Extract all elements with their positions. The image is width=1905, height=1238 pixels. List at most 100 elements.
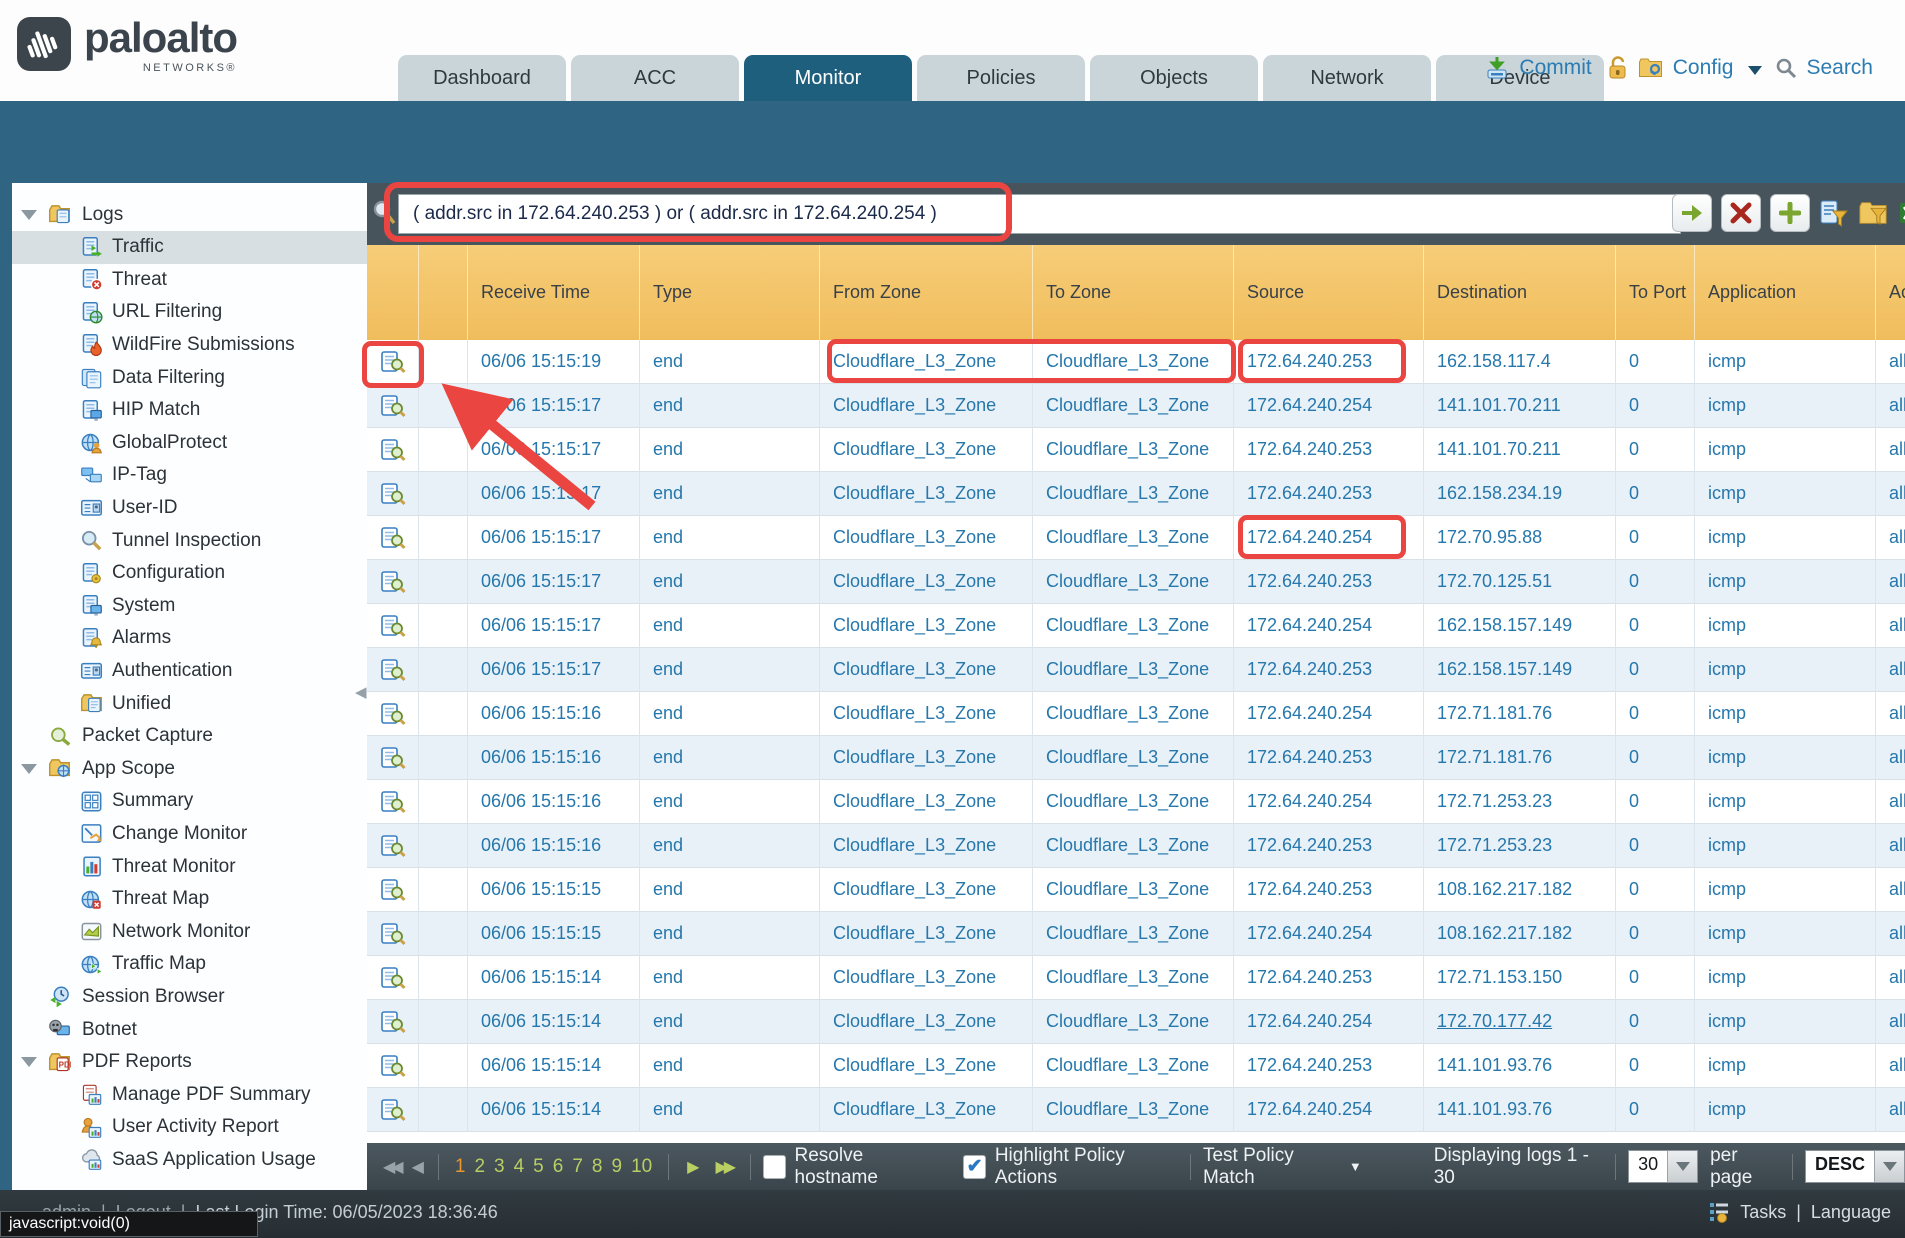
tab-monitor[interactable]: Monitor (744, 55, 912, 101)
tasks-button[interactable]: Tasks (1740, 1202, 1786, 1223)
cell-to-zone[interactable]: Cloudflare_L3_Zone (1033, 340, 1234, 384)
cell-from-zone[interactable]: Cloudflare_L3_Zone (820, 868, 1033, 912)
tab-dashboard[interactable]: Dashboard (398, 55, 566, 101)
cell-destination[interactable]: 172.70.125.51 (1424, 560, 1616, 604)
cell-to-port[interactable]: 0 (1616, 1088, 1695, 1132)
cell-to-port[interactable]: 0 (1616, 516, 1695, 560)
language-button[interactable]: Language (1811, 1202, 1891, 1223)
cell-to-zone[interactable]: Cloudflare_L3_Zone (1033, 1088, 1234, 1132)
sidebar-item-traffic[interactable]: Traffic (12, 231, 367, 264)
cell-from-zone[interactable]: Cloudflare_L3_Zone (820, 824, 1033, 868)
config-menu[interactable]: Config (1673, 56, 1734, 80)
cell-destination[interactable]: 172.71.253.23 (1424, 780, 1616, 824)
cell-type[interactable]: end (640, 736, 820, 780)
cell-receive-time[interactable]: 06/06 15:15:16 (468, 692, 640, 736)
cell-application[interactable]: icmp (1695, 868, 1876, 912)
column-header-destination[interactable]: Destination (1424, 245, 1616, 340)
sidebar-item-user-activity-report[interactable]: User Activity Report (12, 1111, 367, 1144)
tab-objects[interactable]: Objects (1090, 55, 1258, 101)
cell-type[interactable]: end (640, 516, 820, 560)
sidebar-item-ip-tag[interactable]: IP-Tag (12, 459, 367, 492)
cell-type[interactable]: end (640, 780, 820, 824)
column-header-source[interactable]: Source (1234, 245, 1424, 340)
commit-button[interactable]: Commit (1519, 56, 1591, 80)
cell-to-port[interactable]: 0 (1616, 692, 1695, 736)
cell-to-zone[interactable]: Cloudflare_L3_Zone (1033, 648, 1234, 692)
sidebar-collapse-handle[interactable]: ◀ (355, 683, 367, 701)
sidebar-item-manage-pdf-summary[interactable]: Manage PDF Summary (12, 1078, 367, 1111)
cell-destination[interactable]: 162.158.157.149 (1424, 604, 1616, 648)
cell-type[interactable]: end (640, 648, 820, 692)
add-filter-button[interactable] (1770, 194, 1810, 232)
export-csv-button[interactable] (1897, 197, 1905, 229)
cell-from-zone[interactable]: Cloudflare_L3_Zone (820, 1088, 1033, 1132)
cell-receive-time[interactable]: 06/06 15:15:14 (468, 956, 640, 1000)
cell-action[interactable]: allow (1876, 604, 1905, 648)
cell-action[interactable]: allow (1876, 1044, 1905, 1088)
sidebar-item-wildfire-submissions[interactable]: WildFire Submissions (12, 328, 367, 361)
cell-to-zone[interactable]: Cloudflare_L3_Zone (1033, 1000, 1234, 1044)
cell-destination[interactable]: 172.70.177.42 (1424, 1000, 1616, 1044)
cell-receive-time[interactable]: 06/06 15:15:17 (468, 560, 640, 604)
sidebar-item-tunnel-inspection[interactable]: Tunnel Inspection (12, 524, 367, 557)
cell-action[interactable]: allow (1876, 648, 1905, 692)
cell-application[interactable]: icmp (1695, 912, 1876, 956)
search-button[interactable]: Search (1806, 56, 1873, 80)
sidebar-item-packet-capture[interactable]: Packet Capture (12, 720, 367, 753)
cell-source[interactable]: 172.64.240.253 (1234, 736, 1424, 780)
sidebar-item-system[interactable]: System (12, 589, 367, 622)
cell-type[interactable]: end (640, 868, 820, 912)
cell-application[interactable]: icmp (1695, 560, 1876, 604)
cell-type[interactable]: end (640, 1000, 820, 1044)
log-detail-button[interactable] (367, 648, 419, 692)
column-header-receive-time[interactable]: Receive Time (468, 245, 640, 340)
page-number-2[interactable]: 2 (474, 1156, 485, 1178)
test-policy-match-button[interactable]: Test Policy Match (1203, 1145, 1341, 1189)
cell-source[interactable]: 172.64.240.253 (1234, 824, 1424, 868)
last-page-button[interactable]: ▶▶ (715, 1157, 732, 1177)
cell-application[interactable]: icmp (1695, 384, 1876, 428)
clear-filter-button[interactable] (1721, 194, 1761, 232)
tree-expander-icon[interactable] (21, 764, 37, 774)
cell-receive-time[interactable]: 06/06 15:15:17 (468, 648, 640, 692)
cell-receive-time[interactable]: 06/06 15:15:19 (468, 340, 640, 384)
cell-type[interactable]: end (640, 1088, 820, 1132)
cell-to-zone[interactable]: Cloudflare_L3_Zone (1033, 1044, 1234, 1088)
column-header-from-zone[interactable]: From Zone (820, 245, 1033, 340)
cell-application[interactable]: icmp (1695, 736, 1876, 780)
cell-from-zone[interactable]: Cloudflare_L3_Zone (820, 384, 1033, 428)
cell-source[interactable]: 172.64.240.254 (1234, 384, 1424, 428)
log-detail-button[interactable] (367, 912, 419, 956)
sidebar-item-change-monitor[interactable]: Change Monitor (12, 817, 367, 850)
config-caret-icon[interactable] (1748, 66, 1762, 75)
log-detail-button[interactable] (367, 340, 419, 384)
cell-application[interactable]: icmp (1695, 1000, 1876, 1044)
cell-source[interactable]: 172.64.240.253 (1234, 956, 1424, 1000)
per-page-dropdown-button[interactable] (1667, 1151, 1697, 1182)
cell-destination[interactable]: 162.158.234.19 (1424, 472, 1616, 516)
cell-source[interactable]: 172.64.240.253 (1234, 428, 1424, 472)
log-detail-button[interactable] (367, 384, 419, 428)
highlight-policy-checkbox[interactable]: ✔ (963, 1155, 986, 1179)
cell-to-port[interactable]: 0 (1616, 868, 1695, 912)
cell-from-zone[interactable]: Cloudflare_L3_Zone (820, 692, 1033, 736)
cell-receive-time[interactable]: 06/06 15:15:14 (468, 1044, 640, 1088)
sort-order-select[interactable]: DESC (1805, 1150, 1905, 1183)
cell-to-zone[interactable]: Cloudflare_L3_Zone (1033, 472, 1234, 516)
cell-destination[interactable]: 108.162.217.182 (1424, 868, 1616, 912)
cell-to-zone[interactable]: Cloudflare_L3_Zone (1033, 516, 1234, 560)
cell-destination[interactable]: 162.158.157.149 (1424, 648, 1616, 692)
cell-action[interactable]: allow (1876, 824, 1905, 868)
cell-action[interactable]: allow (1876, 560, 1905, 604)
log-detail-button[interactable] (367, 868, 419, 912)
cell-action[interactable]: allow (1876, 472, 1905, 516)
sidebar-item-botnet[interactable]: Botnet (12, 1013, 367, 1046)
cell-to-zone[interactable]: Cloudflare_L3_Zone (1033, 912, 1234, 956)
log-detail-button[interactable] (367, 736, 419, 780)
sidebar-item-app-scope[interactable]: App Scope (12, 752, 367, 785)
column-header-blank-0[interactable] (367, 245, 419, 340)
sidebar-item-data-filtering[interactable]: Data Filtering (12, 361, 367, 394)
log-detail-button[interactable] (367, 1088, 419, 1132)
cell-action[interactable]: allow (1876, 516, 1905, 560)
cell-application[interactable]: icmp (1695, 824, 1876, 868)
